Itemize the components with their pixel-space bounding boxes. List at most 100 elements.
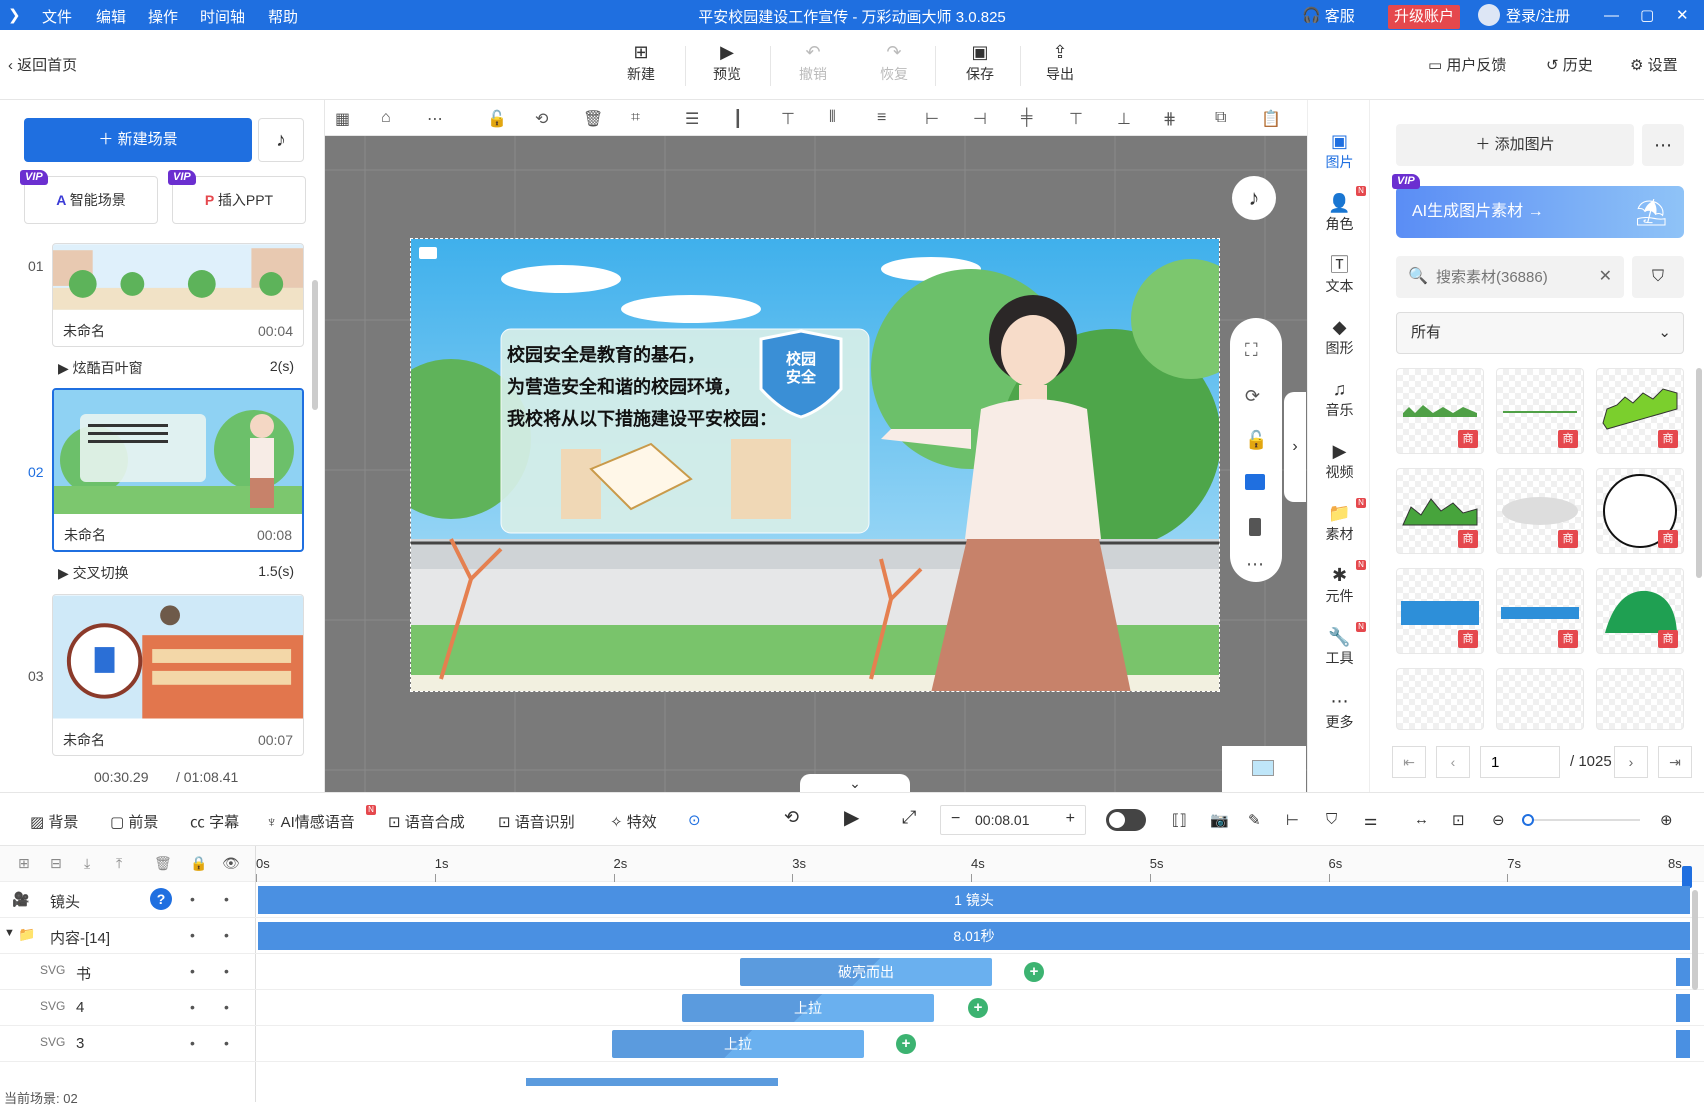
feedback-button[interactable]: ▭ 用户反馈 — [1428, 54, 1506, 75]
animation-clip[interactable]: 上拉 — [612, 1030, 864, 1058]
fit-screen-icon[interactable]: ⛶ — [1245, 340, 1258, 361]
move-down-icon[interactable]: ⤓ — [84, 855, 90, 872]
track-book[interactable]: SVG 书 • • 破壳而出 + — [0, 954, 1704, 990]
foreground-button[interactable]: ▢ 前景 — [110, 811, 158, 832]
redo-button[interactable]: ↷ 恢复 — [864, 40, 924, 84]
scrollbar[interactable] — [1692, 890, 1698, 990]
more-options-button[interactable]: ⋯ — [1642, 124, 1684, 166]
tab-text[interactable]: 🅃 文本 — [1308, 254, 1371, 296]
clear-icon[interactable]: ✕ — [1599, 266, 1612, 286]
align-bottom-icon[interactable]: ⊥ — [1117, 109, 1131, 129]
add-layer-icon[interactable]: ⊞ — [18, 855, 30, 872]
more-icon[interactable]: ⋯ — [1246, 554, 1264, 575]
animation-clip[interactable]: 上拉 — [682, 994, 934, 1022]
dot[interactable]: • — [190, 999, 195, 1015]
close-button[interactable]: ✕ — [1676, 0, 1689, 30]
search-input[interactable] — [1436, 264, 1586, 290]
tab-shape[interactable]: ◆ 图形 — [1308, 316, 1371, 358]
time-value[interactable]: 00:08.01 — [975, 812, 1030, 828]
more-circle-icon[interactable]: ⋯ — [427, 109, 443, 129]
add-folder-icon[interactable]: ⊟ — [50, 855, 62, 872]
new-scene-button[interactable]: ＋ 新建场景 — [24, 118, 252, 162]
phone-icon[interactable] — [1249, 518, 1261, 536]
stage[interactable]: 校园安全是教育的基石， 为营造安全和谐的校园环境， 我校将从以下措施建设平安校园… — [410, 238, 1220, 692]
background-button[interactable]: ▨ 背景 — [30, 811, 78, 832]
asset-item[interactable] — [1496, 668, 1584, 730]
end-marker[interactable] — [1676, 994, 1690, 1022]
time-ruler[interactable]: 0s 1s 2s 3s 4s 5s 6s 7s 8s — [256, 846, 1687, 882]
zoom-out-icon[interactable]: ⊖ — [1492, 811, 1505, 829]
more-tools-button[interactable]: ⊙ — [688, 811, 701, 829]
minimap[interactable] — [1222, 746, 1306, 792]
dot[interactable]: • — [190, 963, 195, 979]
subtitle-button[interactable]: ㏄ 字幕 — [190, 811, 239, 832]
time-stepper[interactable]: − 00:08.01 + — [940, 805, 1086, 835]
move-up-icon[interactable]: ⤒ — [116, 855, 122, 872]
trash-icon[interactable]: 🗑 — [154, 855, 172, 872]
copy-icon[interactable]: ⧉ — [1215, 109, 1226, 127]
zoom-slider[interactable] — [1522, 814, 1640, 826]
last-page-button[interactable]: ⇥ — [1658, 746, 1692, 778]
add-keyframe-icon[interactable]: + — [1024, 962, 1044, 982]
menu-edit[interactable]: 编辑 — [96, 6, 126, 27]
headline-text[interactable]: 校园安全是教育的基石， 为营造安全和谐的校园环境， 我校将从以下措施建设平安校园… — [507, 339, 777, 435]
one-to-one-icon[interactable]: ⊡ — [1452, 811, 1465, 829]
tab-role[interactable]: 👤 角色 — [1308, 192, 1371, 234]
prev-page-button[interactable]: ‹ — [1436, 746, 1470, 778]
ai-image-banner[interactable]: AI生成图片素材 → ⛱ — [1396, 186, 1684, 238]
align-vertical-icon[interactable]: ┃ — [733, 109, 743, 129]
settings-sliders-icon[interactable]: ⚌ — [1364, 811, 1377, 829]
maximize-button[interactable]: ▢ — [1640, 0, 1654, 30]
collapse-timeline-button[interactable]: ⌄ — [800, 774, 910, 792]
animation-clip-partial[interactable] — [526, 1078, 778, 1086]
filter-button[interactable]: ⛉ — [1632, 256, 1684, 298]
transition-row[interactable]: ▶ 交叉切换 1.5(s) — [58, 563, 294, 583]
asset-item[interactable]: 商 — [1496, 368, 1584, 454]
content-bar[interactable]: 8.01秒 — [258, 922, 1690, 950]
dot[interactable]: • — [224, 999, 229, 1015]
service-button[interactable]: 🎧 客服 — [1302, 0, 1355, 30]
lock-icon[interactable]: 🔒 — [190, 855, 207, 872]
align-top2-icon[interactable]: ⊤ — [1069, 109, 1083, 129]
settings-button[interactable]: ⚙ 设置 — [1630, 54, 1678, 75]
history-button[interactable]: ↺ 历史 — [1546, 54, 1593, 75]
zoom-in-icon[interactable]: ⊕ — [1660, 811, 1673, 829]
scrollbar[interactable] — [1696, 368, 1702, 578]
menu-help[interactable]: 帮助 — [268, 6, 298, 27]
login-button[interactable]: 登录/注册 — [1478, 0, 1570, 30]
ai-voice-button[interactable]: ♆ AI情感语音 — [266, 811, 355, 832]
effects-button[interactable]: ✧ 特效 — [610, 811, 657, 832]
lock-icon[interactable]: 🔓 — [487, 109, 507, 129]
add-keyframe-icon[interactable]: + — [968, 998, 988, 1018]
new-button[interactable]: ⊞ 新建 — [611, 40, 671, 84]
dot[interactable]: • — [224, 891, 229, 907]
music-button[interactable]: ♪ — [258, 118, 304, 162]
asset-item[interactable]: 商 — [1496, 568, 1584, 654]
dot[interactable]: • — [190, 891, 195, 907]
music-note-icon[interactable]: ♪ — [1232, 176, 1276, 220]
end-marker[interactable] — [1676, 958, 1690, 986]
eye-icon[interactable]: 👁 — [222, 855, 240, 872]
zoom-slider-handle[interactable] — [1522, 814, 1534, 826]
tab-music[interactable]: ♫ 音乐 — [1308, 378, 1371, 420]
menu-operate[interactable]: 操作 — [148, 6, 178, 27]
scene-card-3[interactable]: 未命名 00:07 — [52, 594, 304, 756]
first-page-button[interactable]: ⇤ — [1392, 746, 1426, 778]
distribute-v-icon[interactable]: ≡ — [877, 109, 886, 127]
minimize-button[interactable]: — — [1604, 0, 1619, 30]
fit-width-icon[interactable]: ↔ — [1414, 811, 1429, 828]
export-button[interactable]: ⇪ 导出 — [1030, 40, 1090, 84]
preview-button[interactable]: ▶ 预览 — [697, 40, 757, 84]
trash-icon[interactable]: 🗑 — [583, 109, 603, 129]
dot[interactable]: • — [224, 963, 229, 979]
home-icon[interactable]: ⌂ — [381, 109, 391, 127]
asset-item[interactable] — [1596, 668, 1684, 730]
asset-item[interactable]: 商 — [1396, 568, 1484, 654]
rewind-button[interactable]: ⟲ — [784, 807, 799, 828]
asset-item[interactable]: 商 — [1596, 368, 1684, 454]
back-home-button[interactable]: ‹ 返回首页 — [8, 54, 77, 75]
collapse-panel-button[interactable]: › — [1284, 392, 1306, 502]
help-icon[interactable]: ? — [150, 888, 172, 910]
plus-icon[interactable]: + — [1066, 810, 1075, 828]
page-input[interactable] — [1480, 746, 1560, 778]
